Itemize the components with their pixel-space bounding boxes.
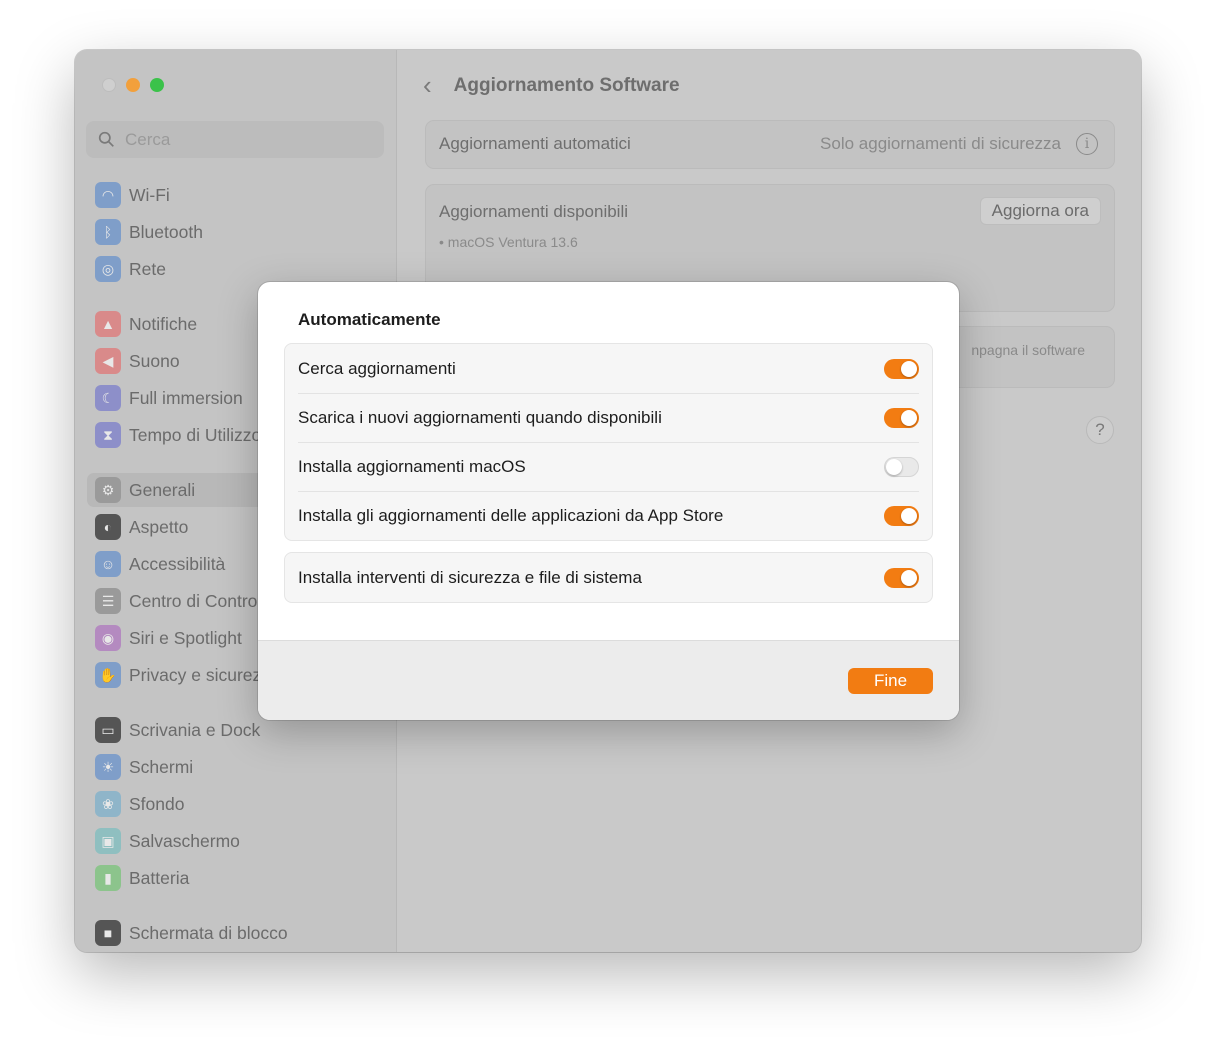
minimize-button[interactable] <box>126 78 140 92</box>
help-button[interactable]: ? <box>1086 416 1114 444</box>
search-placeholder: Cerca <box>125 129 171 149</box>
moon-icon: ☾ <box>95 385 121 411</box>
page-header: ‹ Aggiornamento Software <box>423 70 680 101</box>
maximize-button[interactable] <box>150 78 164 92</box>
close-button[interactable] <box>102 78 116 92</box>
sidebar-item[interactable]: ◠ Wi-Fi <box>87 178 385 212</box>
hourglass-icon: ⧗ <box>95 422 121 448</box>
sidebar-item[interactable]: ᛒ Bluetooth <box>87 215 385 249</box>
option-label: Installa gli aggiornamenti delle applica… <box>298 505 724 525</box>
option-row: Cerca aggiornamenti <box>285 344 932 393</box>
sidebar-item-label: Accessibilità <box>129 553 226 574</box>
auto-updates-dialog: Automaticamente Cerca aggiornamenti Scari… <box>258 282 959 720</box>
sidebar-item-label: Wi-Fi <box>129 184 170 205</box>
gear-icon: ⚙ <box>95 477 121 503</box>
appearance-icon: ◐ <box>95 514 121 540</box>
sidebar-item-label: Sfondo <box>129 793 185 814</box>
sidebar-item-label: Schermi <box>129 756 194 777</box>
toggle-switch[interactable] <box>884 456 919 477</box>
sidebar-item-label: Batteria <box>129 867 190 888</box>
option-label: Scarica i nuovi aggiornamenti quando dis… <box>298 407 662 427</box>
hand-icon: ✋ <box>95 662 121 688</box>
sidebar-item-label: Suono <box>129 350 180 371</box>
sidebar-item-label: Siri e Spotlight <box>129 627 242 648</box>
wallpaper-icon: ❀ <box>95 791 121 817</box>
option-label: Installa aggiornamenti macOS <box>298 456 526 476</box>
option-row: Scarica i nuovi aggiornamenti quando dis… <box>285 393 932 442</box>
sidebar-item-label: Scrivania e Dock <box>129 719 261 740</box>
toggle-switch[interactable] <box>884 567 919 588</box>
done-button[interactable]: Fine <box>848 668 933 694</box>
option-row: Installa interventi di sicurezza e file … <box>285 553 932 602</box>
sidebar-item[interactable]: ◎ Rete <box>87 252 385 286</box>
sidebar-item[interactable]: ▣ Salvaschermo <box>87 824 385 858</box>
back-chevron-icon[interactable]: ‹ <box>423 70 432 101</box>
auto-updates-label: Aggiornamenti automatici <box>439 134 631 153</box>
sidebar-item[interactable]: ☀ Schermi <box>87 750 385 784</box>
sidebar-item-label: Centro di Controllo <box>129 590 275 611</box>
wifi-icon: ◠ <box>95 182 121 208</box>
toggle-switch[interactable] <box>884 505 919 526</box>
bell-icon: ▲ <box>95 311 121 337</box>
globe-icon: ◎ <box>95 256 121 282</box>
sidebar-item-label: Rete <box>129 258 166 279</box>
toggle-switch[interactable] <box>884 358 919 379</box>
speaker-icon: ◀ <box>95 348 121 374</box>
siri-icon: ◉ <box>95 625 121 651</box>
options-group: Cerca aggiornamenti Scarica i nuovi aggio… <box>284 343 933 541</box>
screensaver-icon: ▣ <box>95 828 121 854</box>
sidebar-item-label: Aspetto <box>129 516 189 537</box>
update-now-button[interactable]: Aggiorna ora <box>979 197 1101 225</box>
sidebar-item-label: Generali <box>129 479 196 500</box>
sidebar-item-label: Bluetooth <box>129 221 203 242</box>
sidebar-item[interactable]: ■ Schermata di blocco <box>87 916 385 950</box>
battery-icon: ▮ <box>95 865 121 891</box>
info-icon[interactable]: i <box>1076 133 1098 155</box>
bluetooth-icon: ᛒ <box>95 219 121 245</box>
sidebar-item-label: Notifiche <box>129 313 198 334</box>
sidebar-item-label: Full immersion <box>129 387 243 408</box>
toggle-switch[interactable] <box>884 407 919 428</box>
lock-icon: ■ <box>95 920 121 946</box>
page-title: Aggiornamento Software <box>453 74 680 96</box>
search-icon <box>98 131 114 147</box>
window-controls <box>102 78 164 92</box>
sidebar-item-label: Salvaschermo <box>129 830 240 851</box>
dialog-title: Automaticamente <box>298 310 441 329</box>
sidebar-item[interactable]: ▮ Batteria <box>87 861 385 895</box>
available-update-item: • macOS Ventura 13.6 <box>439 234 578 250</box>
sidebar-item-label: Schermata di blocco <box>129 922 288 943</box>
option-label: Installa interventi di sicurezza e file … <box>298 567 642 587</box>
available-updates-label: Aggiornamenti disponibili <box>439 202 629 221</box>
accessibility-icon: ☺ <box>95 551 121 577</box>
dialog-footer: Fine <box>258 640 959 720</box>
auto-updates-value: Solo aggiornamenti di sicurezza <box>820 134 1061 153</box>
option-label: Cerca aggiornamenti <box>298 358 456 378</box>
control-center-icon: ☰ <box>95 588 121 614</box>
security-group: Installa interventi di sicurezza e file … <box>284 552 933 603</box>
display-icon: ☀ <box>95 754 121 780</box>
option-row: Installa aggiornamenti macOS <box>285 442 932 491</box>
sidebar-item-label: Tempo di Utilizzo <box>129 424 262 445</box>
license-text[interactable]: npagna il software <box>971 342 1085 358</box>
option-row: Installa gli aggiornamenti delle applica… <box>285 491 932 540</box>
search-input[interactable]: Cerca <box>86 121 384 158</box>
auto-updates-card[interactable]: Aggiornamenti automatici Solo aggiorname… <box>425 120 1115 169</box>
dock-icon: ▭ <box>95 717 121 743</box>
sidebar-item[interactable]: ❀ Sfondo <box>87 787 385 821</box>
